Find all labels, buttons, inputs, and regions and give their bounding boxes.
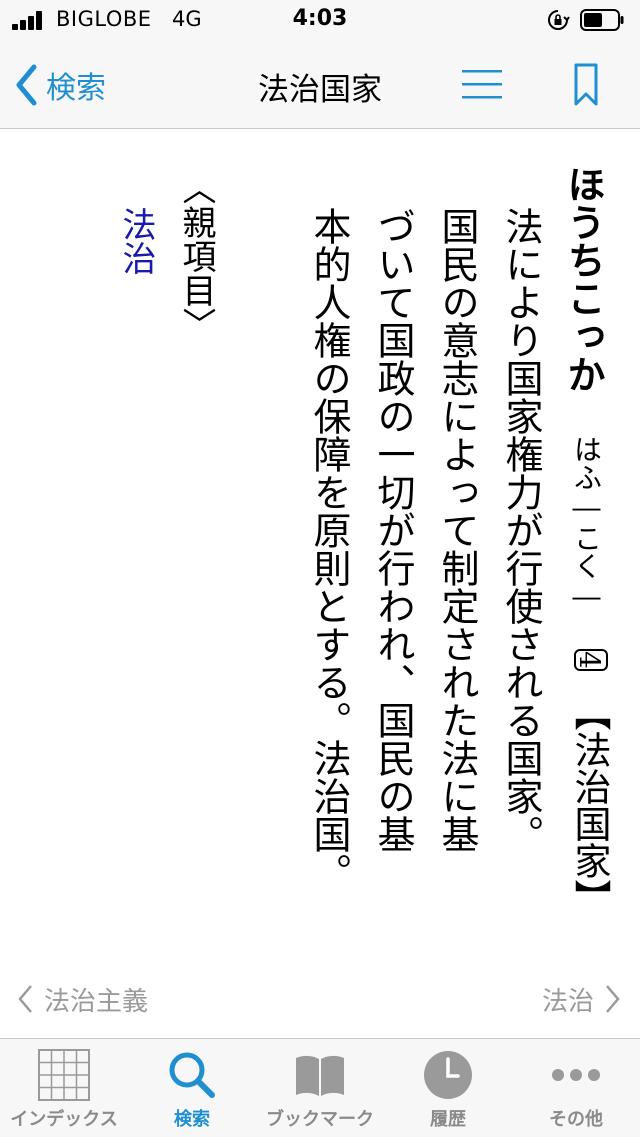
- grid-icon: [38, 1049, 90, 1101]
- sense-column: 4 【法治国家】: [562, 649, 616, 916]
- definition-line: 法により国家権力が行使される国家。: [499, 207, 543, 853]
- definition-column-3: づいて国政の一切が行われ、国民の基: [366, 207, 421, 853]
- list-icon[interactable]: [458, 64, 506, 104]
- more-icon: [552, 1069, 600, 1081]
- definition-line: づいて国政の一切が行われ、国民の基: [371, 207, 415, 853]
- tab-bookmarks[interactable]: ブックマーク: [256, 1039, 384, 1137]
- sense-heading: 4 【法治国家】: [562, 649, 616, 916]
- definition-column-4: 本的人権の保障を原則とする。法治国。: [302, 207, 357, 891]
- status-bar: BIGLOBE 4G 4:03: [0, 0, 640, 40]
- chevron-left-icon: [18, 985, 32, 1013]
- sense-term: 【法治国家】: [568, 693, 611, 916]
- search-icon: [169, 1052, 215, 1098]
- previous-entry-label: 法治主義: [44, 986, 149, 1017]
- previous-entry-link[interactable]: 法治主義: [16, 975, 148, 1023]
- bookmark-icon[interactable]: [566, 62, 606, 108]
- parent-entry-label: 〈親項目〉: [176, 171, 216, 341]
- definition-column-1: 法により国家権力が行使される国家。: [494, 207, 549, 853]
- definition-column-2: 国民の意志によって制定された法に基: [430, 207, 485, 853]
- entry-heading: ほうちこっか: [556, 165, 611, 393]
- sense-number: 4: [573, 649, 608, 671]
- tab-label: ブックマーク: [266, 1109, 374, 1130]
- tab-more[interactable]: その他: [512, 1039, 640, 1137]
- next-entry-link[interactable]: 法治: [542, 975, 622, 1023]
- definition-line: 国民の意志によって制定された法に基: [435, 207, 479, 853]
- clock-icon: [424, 1051, 472, 1099]
- parent-entry-link[interactable]: 法治: [112, 207, 161, 275]
- rotation-lock-icon: [548, 10, 570, 30]
- tab-search[interactable]: 検索: [128, 1039, 256, 1137]
- tab-history[interactable]: 履歴: [384, 1039, 512, 1137]
- navigation-bar: 検索 法治国家: [0, 40, 640, 129]
- tab-label: 履歴: [430, 1109, 466, 1130]
- chevron-right-icon: [606, 985, 620, 1013]
- headword: ほうちこっか: [561, 165, 605, 393]
- book-icon: [296, 1055, 344, 1096]
- tab-label: その他: [549, 1109, 603, 1130]
- entry-content: ほうちこっか はふ―こく― 4 【法治国家】 法により国家権力が行使される国家。…: [0, 129, 640, 969]
- tab-label: 検索: [174, 1109, 210, 1130]
- reading-column: はふ―こく―: [566, 435, 606, 613]
- parent-label-column: 〈親項目〉: [172, 171, 221, 341]
- status-time: 4:03: [292, 6, 348, 31]
- battery-icon: [580, 9, 624, 31]
- tab-label: インデックス: [10, 1109, 118, 1130]
- tab-bar: インデックス 検索 ブックマーク 履歴 その他: [0, 1038, 640, 1137]
- parent-link-column[interactable]: 法治: [112, 207, 161, 275]
- reading: はふ―こく―: [570, 435, 603, 613]
- definition-line: 本的人権の保障を原則とする。法治国。: [307, 207, 351, 891]
- page-title: 法治国家: [258, 72, 382, 108]
- tab-index[interactable]: インデックス: [0, 1039, 128, 1137]
- next-entry-label: 法治: [541, 986, 594, 1017]
